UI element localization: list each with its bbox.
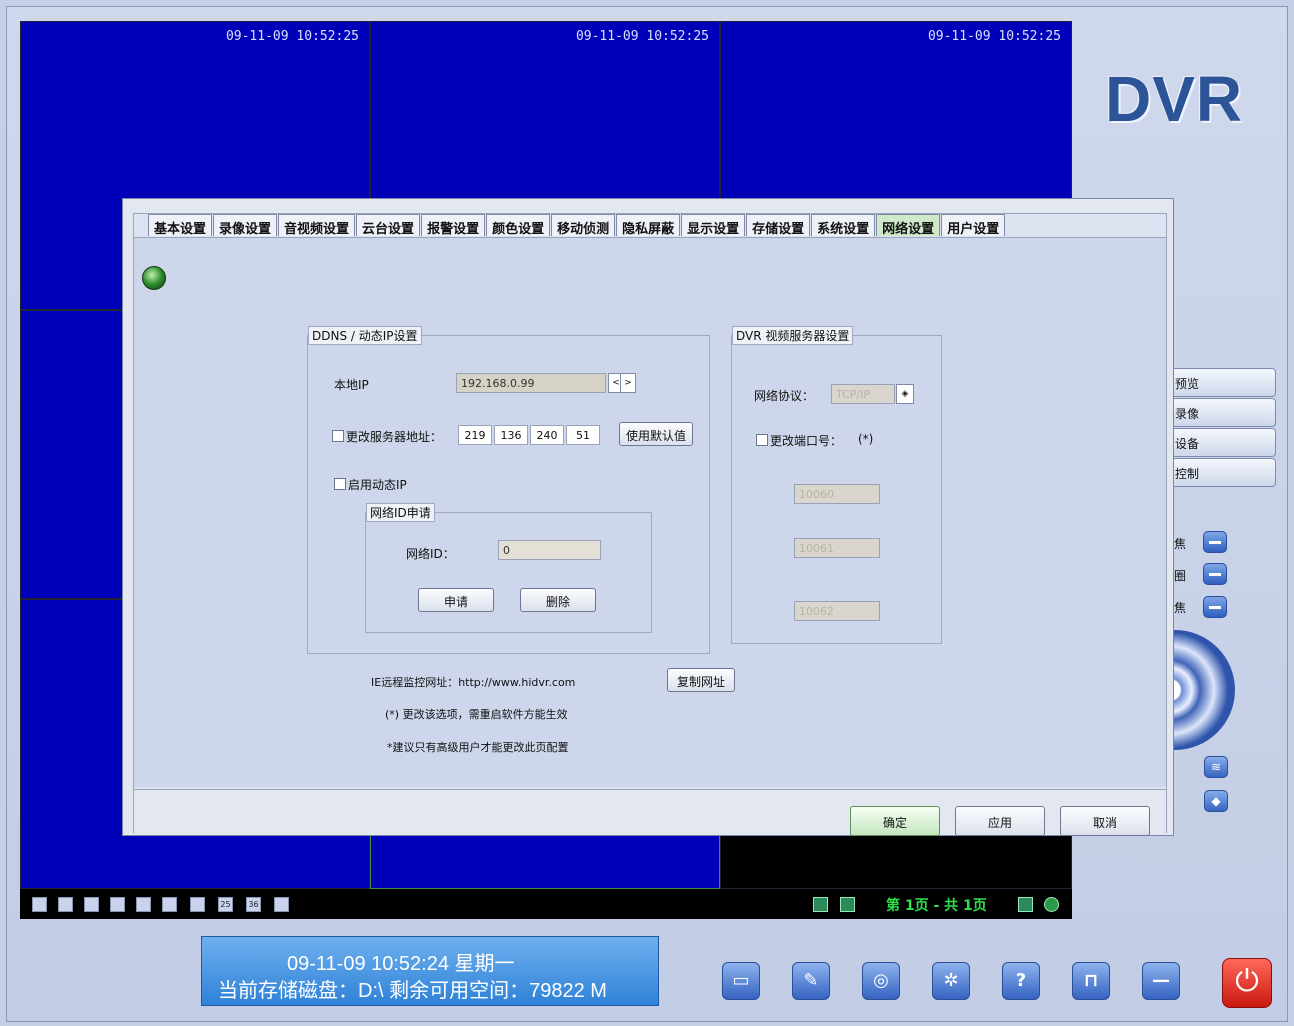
server-octet-1[interactable]: 219 (458, 425, 492, 445)
change-server-checkbox[interactable] (332, 430, 344, 442)
minimize-icon[interactable]: — (1142, 962, 1180, 1000)
server-octet-2[interactable]: 136 (494, 425, 528, 445)
datetime-text: 09-11-09 10:52:24 星期一 (287, 953, 515, 975)
network-icon[interactable]: ◆ (1204, 790, 1228, 812)
tab-motion[interactable]: 移动侦测 (551, 214, 616, 237)
enable-dynamic-ip-checkbox[interactable] (334, 478, 346, 490)
netid-label: 网络ID： (406, 547, 455, 561)
port-field-3[interactable]: 10062 (794, 601, 880, 621)
local-ip-label: 本地IP (334, 378, 369, 392)
tab-storage[interactable]: 存储设置 (746, 214, 811, 237)
protocol-label: 网络协议： (754, 389, 815, 403)
side-menu-control[interactable]: 控制 (1170, 458, 1276, 487)
record-icon[interactable]: ◎ (862, 962, 900, 1000)
edit-icon[interactable]: ✎ (792, 962, 830, 1000)
layout-36-icon[interactable]: 36 (246, 897, 261, 912)
layout-16-icon[interactable] (190, 897, 205, 912)
change-server-label: 更改服务器地址： (346, 430, 443, 444)
tab-user[interactable]: 用户设置 (941, 214, 1006, 237)
stop-icon[interactable] (1018, 897, 1033, 912)
focus-label: 焦 (1174, 537, 1187, 551)
layout-1-icon[interactable] (32, 897, 47, 912)
next-ip-button[interactable]: > (620, 373, 636, 393)
tab-ptz[interactable]: 云台设置 (356, 214, 421, 237)
disk-info-text: 当前存储磁盘：D:\ 剩余可用空间：79822 M (218, 980, 607, 1002)
netid-group: 网络ID申请 (365, 503, 652, 633)
iris-label: 圈 (1174, 569, 1187, 583)
delete-netid-button[interactable]: 删除 (520, 588, 596, 612)
netid-field[interactable]: 0 (498, 540, 601, 560)
tab-network[interactable]: 网络设置 (876, 214, 941, 237)
netid-legend: 网络ID申请 (366, 503, 435, 522)
help-icon[interactable]: ? (1002, 962, 1040, 1000)
ddns-legend: DDNS / 动态IP设置 (308, 326, 422, 345)
iris-minus-button[interactable] (1203, 563, 1227, 585)
globe-icon (142, 266, 166, 290)
settings-icon[interactable]: ✲ (932, 962, 970, 1000)
timestamp: 09-11-09 10:52:25 (225, 29, 359, 44)
change-port-label: 更改端口号： (770, 434, 843, 448)
apply-button[interactable]: 应用 (955, 806, 1045, 836)
tab-display[interactable]: 显示设置 (681, 214, 746, 237)
dialog-footer: 确定 应用 取消 (134, 789, 1166, 836)
timestamp: 09-11-09 10:52:25 (927, 29, 1061, 44)
enable-dynamic-ip-label: 启用动态IP (348, 478, 407, 492)
dvr-logo: DVR (1105, 63, 1244, 135)
dvr-server-legend: DVR 视频服务器设置 (732, 326, 854, 345)
apply-netid-button[interactable]: 申请 (418, 588, 494, 612)
layout-25-icon[interactable]: 25 (218, 897, 233, 912)
next-page-icon[interactable] (840, 897, 855, 912)
cancel-button[interactable]: 取消 (1060, 806, 1150, 836)
protocol-select[interactable]: TCP/IP (831, 384, 895, 404)
tab-bar: 基本设置 录像设置 音视频设置 云台设置 报警设置 颜色设置 移动侦测 隐私屏蔽… (148, 214, 1006, 238)
layout-10-icon[interactable] (162, 897, 177, 912)
port-field-2[interactable]: 10061 (794, 538, 880, 558)
layout-8-icon[interactable] (110, 897, 125, 912)
snapshot-icon[interactable]: ▭ (722, 962, 760, 1000)
protocol-dropdown-icon[interactable]: ◈ (896, 384, 914, 404)
focus-minus-button[interactable] (1203, 531, 1227, 553)
wifi-icon[interactable]: ≋ (1204, 756, 1228, 778)
restart-note: (*) 更改该选项，需重启软件方能生效 (385, 708, 568, 721)
server-octet-4[interactable]: 51 (566, 425, 600, 445)
layout-4-icon[interactable] (58, 897, 73, 912)
port-field-1[interactable]: 10060 (794, 484, 880, 504)
layout-9-icon[interactable] (136, 897, 151, 912)
tab-color[interactable]: 颜色设置 (486, 214, 551, 237)
network-settings-panel: DDNS / 动态IP设置 本地IP 192.168.0.99 < > 更改服务… (134, 237, 1166, 787)
change-port-checkbox[interactable] (756, 434, 768, 446)
side-menu-record[interactable]: 录像 (1170, 398, 1276, 427)
timestamp: 09-11-09 10:52:25 (575, 29, 709, 44)
side-menu-device[interactable]: 设备 (1170, 428, 1276, 457)
dialog-body: 基本设置 录像设置 音视频设置 云台设置 报警设置 颜色设置 移动侦测 隐私屏蔽… (133, 213, 1167, 836)
zoom-minus-button[interactable] (1203, 596, 1227, 618)
tab-alarm[interactable]: 报警设置 (421, 214, 486, 237)
page-info: 第 1页 - 共 1页 (886, 898, 987, 914)
tab-system[interactable]: 系统设置 (811, 214, 876, 237)
status-panel: 09-11-09 10:52:24 星期一 当前存储磁盘：D:\ 剩余可用空间：… (201, 936, 659, 1006)
tab-av[interactable]: 音视频设置 (278, 214, 356, 237)
advanced-user-note: *建议只有高级用户才能更改此页配置 (387, 741, 569, 754)
prev-page-icon[interactable] (813, 897, 828, 912)
layout-6-icon[interactable] (84, 897, 99, 912)
ok-button[interactable]: 确定 (850, 806, 940, 836)
fullscreen-icon[interactable] (274, 897, 289, 912)
change-port-note: (*) (858, 432, 874, 446)
tab-basic[interactable]: 基本设置 (148, 214, 213, 237)
tab-record[interactable]: 录像设置 (213, 214, 278, 237)
side-menu-preview[interactable]: 预览 (1170, 368, 1276, 397)
tab-privacy[interactable]: 隐私屏蔽 (616, 214, 681, 237)
local-ip-field[interactable]: 192.168.0.99 (456, 373, 606, 393)
power-icon[interactable]: ⏻ (1222, 958, 1272, 1008)
settings-dialog: 基本设置 录像设置 音视频设置 云台设置 报警设置 颜色设置 移动侦测 隐私屏蔽… (122, 198, 1174, 836)
ie-url-text: IE远程监控网址：http://www.hidvr.com (371, 676, 576, 689)
layout-toolbar: 25 36 第 1页 - 共 1页 (20, 889, 1072, 919)
zoom-label: 焦 (1174, 601, 1187, 615)
copy-url-button[interactable]: 复制网址 (667, 668, 735, 692)
refresh-icon[interactable] (1044, 897, 1059, 912)
lock-icon[interactable]: ⊓ (1072, 962, 1110, 1000)
use-default-button[interactable]: 使用默认值 (619, 422, 693, 446)
server-octet-3[interactable]: 240 (530, 425, 564, 445)
